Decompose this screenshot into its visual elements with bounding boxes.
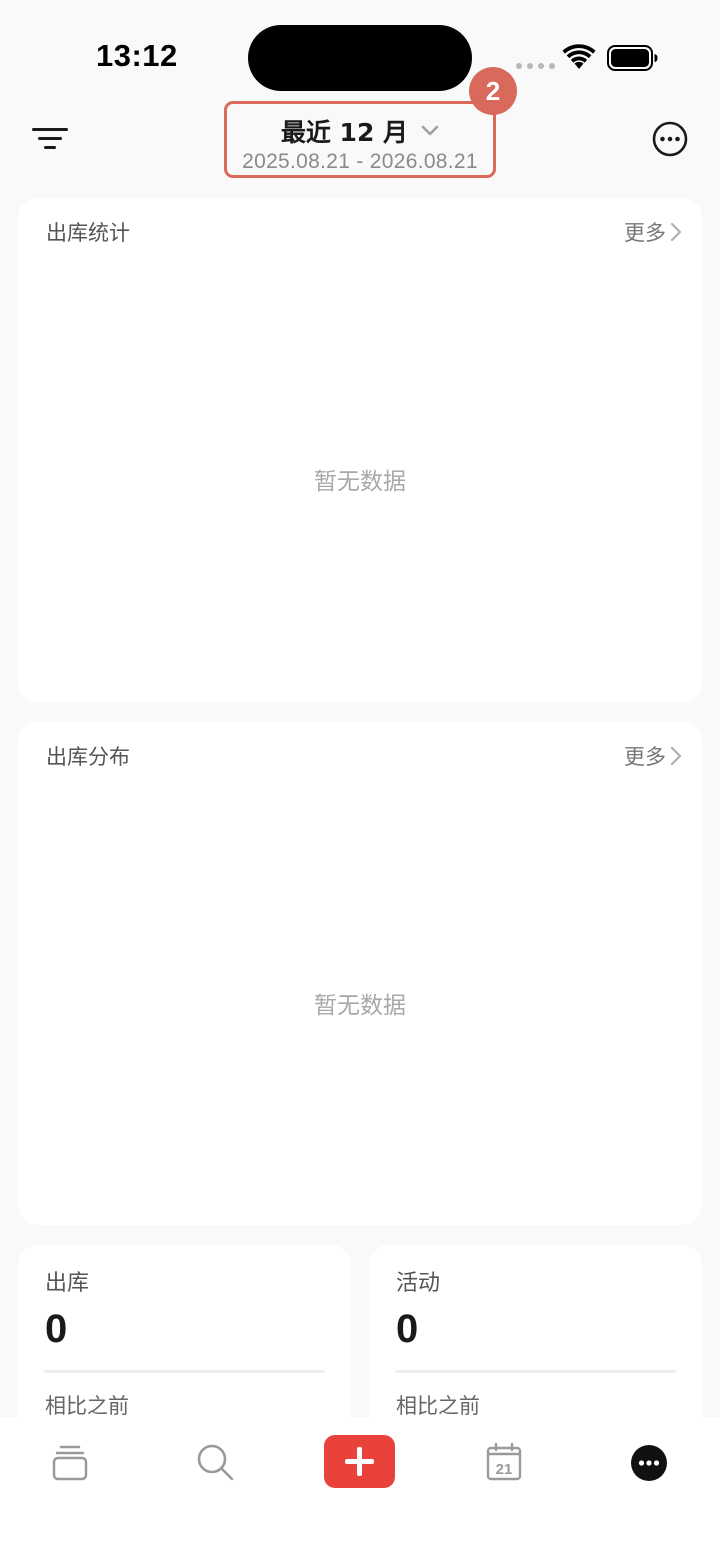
outbound-stats-card: 出库统计 更多 暂无数据 xyxy=(18,198,702,702)
activity-count-card[interactable]: 活动 0 相比之前 xyxy=(369,1245,702,1445)
tab-bar: 21 xyxy=(0,1417,720,1566)
more-circle-icon xyxy=(652,121,688,157)
annotation-badge: 2 xyxy=(469,67,517,115)
stat-compare-label: 相比之前 xyxy=(396,1394,480,1418)
more-link[interactable]: 更多 xyxy=(624,741,682,771)
wifi-icon xyxy=(562,44,596,69)
empty-state-text: 暂无数据 xyxy=(314,469,406,495)
more-label: 更多 xyxy=(624,745,666,769)
tab-search[interactable] xyxy=(195,1442,235,1486)
outbound-distribution-card: 出库分布 更多 暂无数据 xyxy=(18,722,702,1225)
chevron-right-icon xyxy=(670,222,682,242)
stack-icon xyxy=(52,1445,88,1481)
date-range-title: 最近 12 月 xyxy=(280,118,409,147)
filter-icon xyxy=(32,128,68,149)
dynamic-island xyxy=(248,25,472,91)
stat-compare-label: 相比之前 xyxy=(45,1394,129,1418)
calendar-icon: 21 xyxy=(486,1442,522,1481)
tab-calendar[interactable]: 21 xyxy=(485,1441,523,1487)
battery-icon xyxy=(607,45,658,71)
divider xyxy=(395,1370,676,1373)
stat-label: 活动 xyxy=(396,1271,441,1296)
filter-button[interactable] xyxy=(30,122,70,156)
stat-value: 0 xyxy=(45,1307,68,1351)
calendar-day: 21 xyxy=(496,1461,513,1478)
search-icon xyxy=(197,1444,234,1481)
card-title: 出库分布 xyxy=(46,745,130,769)
divider xyxy=(44,1370,325,1373)
add-button[interactable] xyxy=(324,1435,395,1488)
card-title: 出库统计 xyxy=(46,221,130,245)
outbound-count-card[interactable]: 出库 0 相比之前 xyxy=(18,1245,351,1445)
date-range-selector[interactable]: 最近 12 月 2025.08.21 - 2026.08.21 xyxy=(224,101,496,178)
empty-state-text: 暂无数据 xyxy=(314,993,406,1019)
chevron-down-icon xyxy=(421,125,439,136)
status-time: 13:12 xyxy=(96,38,178,73)
tab-more[interactable] xyxy=(630,1444,668,1486)
stat-value: 0 xyxy=(396,1307,419,1351)
cellular-signal-icon xyxy=(516,63,555,69)
chevron-right-icon xyxy=(670,746,682,766)
date-range-dates: 2025.08.21 - 2026.08.21 xyxy=(242,150,478,173)
more-link[interactable]: 更多 xyxy=(624,217,682,247)
more-options-button[interactable] xyxy=(652,121,688,157)
tab-items[interactable] xyxy=(50,1443,90,1487)
stat-label: 出库 xyxy=(45,1271,90,1296)
more-icon xyxy=(631,1445,667,1481)
more-label: 更多 xyxy=(624,221,666,245)
